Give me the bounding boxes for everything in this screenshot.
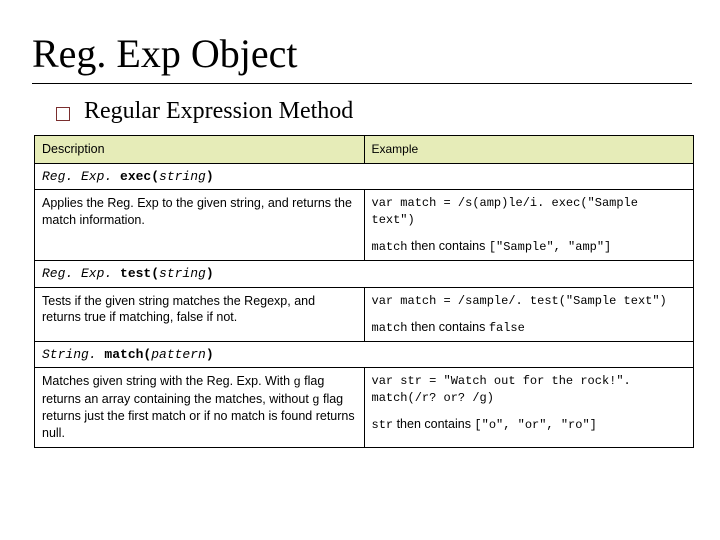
subtitle-row: Regular Expression Method [56,98,692,125]
example-result: match then contains false [372,319,687,336]
table-row: Reg. Exp. test(string) [35,260,694,287]
result-var: str [372,418,394,432]
method-example: var match = /sample/. test("Sample text"… [364,287,694,341]
sig-method: match( [97,347,152,362]
bullet-icon [56,107,70,121]
table-row: String. match(pattern) [35,341,694,368]
slide-title: Reg. Exp Object [32,30,692,84]
result-value: ["o", "or", "ro"] [474,418,596,432]
sig-close: ) [206,169,214,184]
method-example: var match = /s(amp)le/i. exec("Sample te… [364,190,694,261]
result-value: false [489,321,525,335]
example-result: str then contains ["o", "or", "ro"] [372,416,687,433]
table-row: Matches given string with the Reg. Exp. … [35,368,694,447]
method-signature: Reg. Exp. exec(string) [35,163,694,190]
result-text: then contains [393,417,474,431]
method-description: Matches given string with the Reg. Exp. … [35,368,365,447]
desc-code: g [294,375,301,389]
desc-code: g [312,393,319,407]
result-value: ["Sample", "amp"] [489,240,611,254]
result-var: match [372,321,408,335]
method-example: var str = "Watch out for the rock!". mat… [364,368,694,447]
sig-object: String. [42,347,97,362]
sig-method: exec( [112,169,159,184]
table-row: Reg. Exp. exec(string) [35,163,694,190]
header-description: Description [35,136,365,164]
sig-object: Reg. Exp. [42,266,112,281]
method-description: Applies the Reg. Exp to the given string… [35,190,365,261]
table-row: Applies the Reg. Exp to the given string… [35,190,694,261]
sig-arg: pattern [151,347,206,362]
method-signature: String. match(pattern) [35,341,694,368]
slide-subtitle: Regular Expression Method [84,98,353,125]
sig-close: ) [206,347,214,362]
example-code: var str = "Watch out for the rock!". mat… [372,373,687,405]
method-description: Tests if the given string matches the Re… [35,287,365,341]
desc-text: Matches given string with the Reg. Exp. … [42,374,294,388]
result-text: then contains [408,239,489,253]
method-signature: Reg. Exp. test(string) [35,260,694,287]
sig-method: test( [112,266,159,281]
sig-close: ) [206,266,214,281]
result-var: match [372,240,408,254]
example-code: var match = /sample/. test("Sample text"… [372,293,687,309]
example-result: match then contains ["Sample", "amp"] [372,238,687,255]
sig-arg: string [159,266,206,281]
header-example: Example [364,136,694,164]
table-row: Tests if the given string matches the Re… [35,287,694,341]
table-header-row: Description Example [35,136,694,164]
sig-object: Reg. Exp. [42,169,112,184]
result-text: then contains [408,320,489,334]
sig-arg: string [159,169,206,184]
methods-table: Description Example Reg. Exp. exec(strin… [34,135,694,448]
example-code: var match = /s(amp)le/i. exec("Sample te… [372,195,687,227]
